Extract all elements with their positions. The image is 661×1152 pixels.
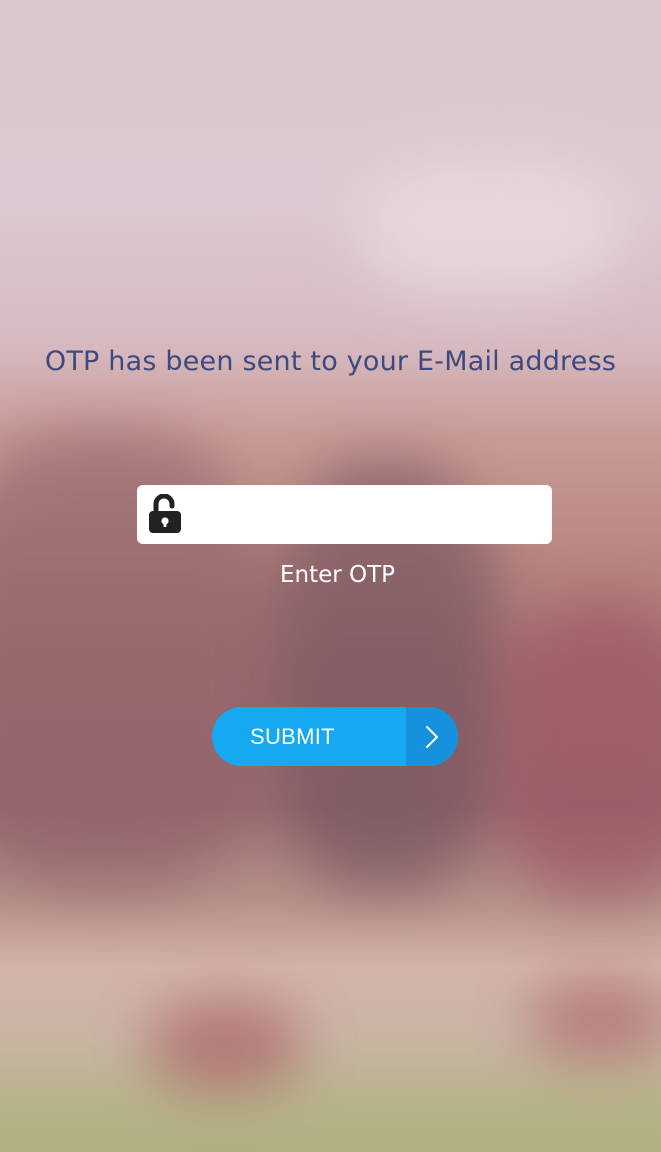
bg-blob-sky xyxy=(360,160,620,300)
otp-input-box[interactable] xyxy=(137,485,552,546)
submit-button-label: SUBMIT xyxy=(250,724,335,749)
otp-input[interactable] xyxy=(193,485,547,546)
bg-blob-ground-left xyxy=(150,1000,300,1090)
bg-blob-building-right xyxy=(500,600,661,900)
chevron-right-icon xyxy=(426,726,438,748)
unlock-icon xyxy=(147,493,183,534)
submit-arrow-segment xyxy=(406,707,458,766)
otp-field-label: Enter OTP xyxy=(279,562,396,588)
otp-sent-message: OTP has been sent to your E-Mail address xyxy=(44,346,617,377)
submit-button[interactable]: SUBMIT xyxy=(212,707,458,766)
bg-blob-ground-right xyxy=(530,980,661,1060)
